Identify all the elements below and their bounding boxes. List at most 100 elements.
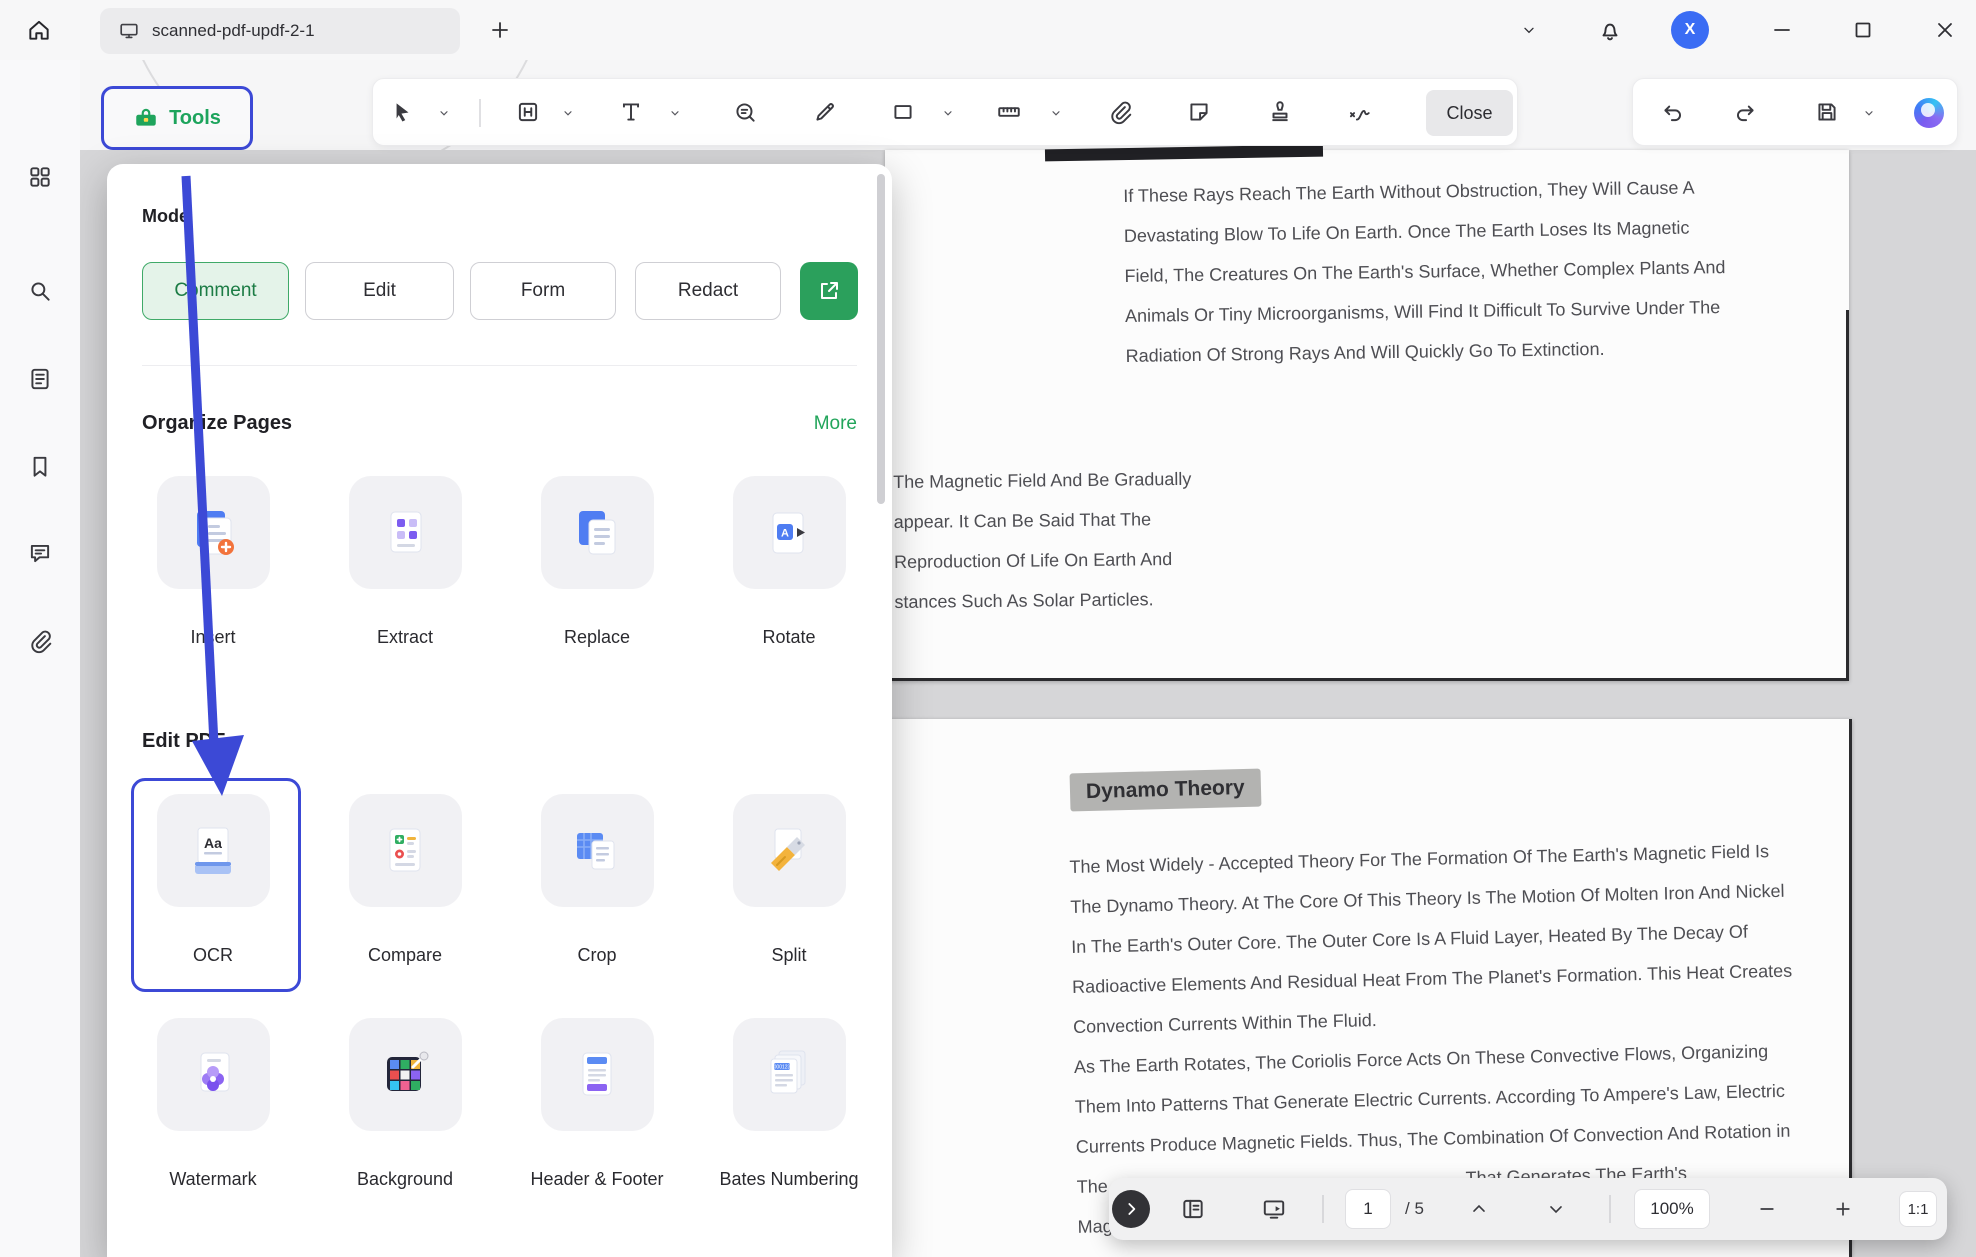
save-icon[interactable] bbox=[1814, 99, 1840, 125]
external-link-icon bbox=[817, 279, 841, 303]
tile-background[interactable]: Background bbox=[330, 1018, 480, 1191]
panel-scrollbar[interactable] bbox=[877, 174, 885, 504]
attach-file-tool-icon[interactable] bbox=[1107, 99, 1133, 125]
notifications-bell-icon[interactable] bbox=[1597, 17, 1623, 43]
close-window-button[interactable] bbox=[1932, 17, 1958, 43]
statusbar-divider bbox=[1609, 1195, 1611, 1223]
mode-comment-button[interactable]: Comment bbox=[142, 262, 289, 320]
tile-label: Extract bbox=[377, 625, 433, 649]
expand-panel-button[interactable] bbox=[1112, 1190, 1150, 1228]
tile-compare[interactable]: Compare bbox=[330, 794, 480, 967]
monitor-icon bbox=[118, 20, 140, 42]
organize-more-link[interactable]: More bbox=[814, 413, 857, 435]
shape-tool-chevron[interactable] bbox=[942, 107, 954, 119]
scan-edge-shadow bbox=[1849, 719, 1852, 1257]
maximize-button[interactable] bbox=[1850, 17, 1876, 43]
pen-tool-icon[interactable] bbox=[812, 99, 838, 125]
crop-icon bbox=[541, 794, 654, 907]
tile-replace[interactable]: Replace bbox=[522, 476, 672, 649]
split-icon bbox=[733, 794, 846, 907]
open-in-new-window-button[interactable] bbox=[800, 262, 858, 320]
sticker-tool-icon[interactable] bbox=[1186, 99, 1212, 125]
mode-redact-button[interactable]: Redact bbox=[635, 262, 781, 320]
svg-text:Aa: Aa bbox=[204, 835, 222, 851]
tile-ocr[interactable]: Aa OCR bbox=[138, 794, 288, 967]
pdf-page-1: If These Rays Reach The Earth Without Ob… bbox=[885, 150, 1849, 681]
document-tab[interactable]: scanned-pdf-updf-2-1 bbox=[100, 8, 460, 54]
zoom-level-input[interactable]: 100% bbox=[1634, 1189, 1710, 1229]
tab-list-chevron[interactable] bbox=[1516, 22, 1542, 38]
select-tool-chevron[interactable] bbox=[438, 107, 450, 119]
edit-tiles-row1: Aa OCR Compare Crop Split bbox=[138, 794, 864, 967]
rotate-icon: A bbox=[733, 476, 846, 589]
organize-pages-title: Organize Pages bbox=[142, 412, 292, 435]
toolbox-icon bbox=[133, 105, 159, 131]
tile-insert[interactable]: Insert bbox=[138, 476, 288, 649]
svg-text:A: A bbox=[781, 527, 789, 539]
minimize-button[interactable] bbox=[1769, 17, 1795, 43]
next-page-chevron[interactable] bbox=[1545, 1198, 1567, 1220]
select-tool-icon[interactable] bbox=[389, 99, 415, 125]
tile-extract[interactable]: Extract bbox=[330, 476, 480, 649]
thumbnail-view-icon[interactable] bbox=[1180, 1196, 1206, 1222]
measure-tool-icon[interactable] bbox=[996, 99, 1022, 125]
tile-label: Crop bbox=[577, 943, 616, 967]
zoom-in-icon[interactable] bbox=[1832, 1198, 1854, 1220]
new-tab-button[interactable] bbox=[487, 17, 513, 43]
text-tool-chevron[interactable] bbox=[669, 107, 681, 119]
stamp-tool-icon[interactable] bbox=[1267, 99, 1293, 125]
mode-buttons: Comment Edit Form Redact bbox=[107, 262, 892, 320]
tile-label: Insert bbox=[190, 625, 235, 649]
undo-icon[interactable] bbox=[1660, 99, 1686, 125]
tools-button[interactable]: Tools bbox=[101, 86, 253, 150]
home-button[interactable] bbox=[26, 17, 52, 43]
attachments-icon[interactable] bbox=[27, 628, 53, 654]
pages-panel-icon[interactable] bbox=[27, 366, 53, 392]
presentation-view-icon[interactable] bbox=[1261, 1196, 1287, 1222]
bookmarks-icon[interactable] bbox=[27, 454, 53, 480]
text-tool-icon[interactable] bbox=[618, 99, 644, 125]
tile-bates-numbering[interactable]: 000123 Bates Numbering bbox=[714, 1018, 864, 1191]
sticky-note-tool-icon[interactable] bbox=[732, 99, 758, 125]
statusbar-divider bbox=[1322, 1195, 1324, 1223]
svg-text:000123: 000123 bbox=[774, 1064, 791, 1070]
document-line: The Magnetic Field And Be Gradually bbox=[893, 459, 1192, 502]
background-icon bbox=[349, 1018, 462, 1131]
redo-icon[interactable] bbox=[1732, 99, 1758, 125]
signature-tool-icon[interactable] bbox=[1346, 99, 1372, 125]
highlight-tool-icon[interactable] bbox=[515, 99, 541, 125]
header-footer-icon bbox=[541, 1018, 654, 1131]
document-line: appear. It Can Be Said That The bbox=[893, 499, 1192, 542]
extract-icon bbox=[349, 476, 462, 589]
mode-form-button[interactable]: Form bbox=[470, 262, 616, 320]
measure-tool-chevron[interactable] bbox=[1050, 107, 1062, 119]
tile-split[interactable]: Split bbox=[714, 794, 864, 967]
page-number-input[interactable]: 1 bbox=[1345, 1189, 1391, 1229]
tile-label: Background bbox=[357, 1167, 453, 1191]
save-chevron[interactable] bbox=[1863, 107, 1875, 119]
user-avatar[interactable]: X bbox=[1671, 11, 1709, 49]
highlight-tool-chevron[interactable] bbox=[562, 107, 574, 119]
tile-watermark[interactable]: Watermark bbox=[138, 1018, 288, 1191]
zoom-out-icon[interactable] bbox=[1756, 1198, 1778, 1220]
tab-title: scanned-pdf-updf-2-1 bbox=[152, 21, 315, 41]
search-icon[interactable] bbox=[27, 278, 53, 304]
tile-crop[interactable]: Crop bbox=[522, 794, 672, 967]
actual-size-button[interactable]: 1:1 bbox=[1899, 1191, 1937, 1227]
ai-assistant-icon[interactable] bbox=[1914, 98, 1944, 128]
app-window: If These Rays Reach The Earth Without Ob… bbox=[0, 0, 1976, 1257]
mode-section-title: Mode bbox=[142, 206, 189, 227]
apps-grid-icon[interactable] bbox=[27, 164, 53, 190]
scan-edge-shadow bbox=[1846, 310, 1849, 681]
tile-label: Watermark bbox=[169, 1167, 256, 1191]
page1-clipped-paragraph: The Magnetic Field And Be Gradually appe… bbox=[893, 459, 1193, 622]
tile-rotate[interactable]: A Rotate bbox=[714, 476, 864, 649]
comments-panel-icon[interactable] bbox=[27, 540, 53, 566]
mode-edit-button[interactable]: Edit bbox=[305, 262, 454, 320]
panel-divider bbox=[142, 365, 857, 366]
pdf-page-2: Dynamo Theory The Most Widely - Accepted… bbox=[889, 719, 1852, 1257]
shape-tool-icon[interactable] bbox=[890, 99, 916, 125]
tile-header-footer[interactable]: Header & Footer bbox=[522, 1018, 672, 1191]
previous-page-chevron[interactable] bbox=[1468, 1198, 1490, 1220]
close-toolbar-button[interactable]: Close bbox=[1426, 90, 1513, 136]
